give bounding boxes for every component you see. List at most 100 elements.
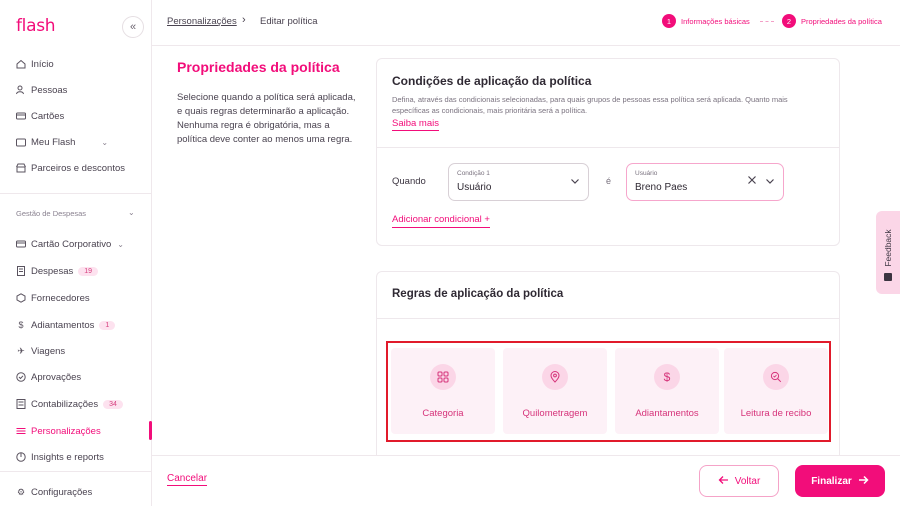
is-label: é	[606, 176, 612, 186]
store-icon	[16, 163, 26, 173]
chart-icon	[16, 452, 26, 462]
wallet-icon	[16, 137, 26, 147]
sidebar-item-cartao-corporativo[interactable]: Cartão Corporativo ⌄	[16, 236, 124, 252]
sidebar-item-viagens[interactable]: ✈ Viagens	[16, 343, 65, 359]
cancel-button[interactable]: Cancelar	[167, 473, 208, 486]
sidebar-item-label: Configurações	[31, 486, 93, 498]
sidebar-item-label: Despesas	[31, 265, 74, 277]
sidebar-item-label: Cartões	[31, 110, 65, 122]
field-value: Usuário	[457, 182, 492, 193]
breadcrumb-current: Editar política	[260, 16, 318, 27]
count-badge: 1	[99, 320, 116, 330]
stepper-step-2: 2 Propriedades da política	[782, 14, 882, 28]
field-label: Usuário	[635, 170, 658, 177]
sidebar-item-label: Adiantamentos	[31, 319, 95, 331]
sidebar-item-label: Personalizações	[31, 425, 101, 437]
section-label: Gestão de Despesas	[16, 209, 87, 218]
chevron-down-icon	[570, 176, 580, 189]
home-icon	[16, 59, 26, 69]
receipt-icon	[16, 266, 26, 276]
conditions-card: Condições de aplicação da política Defin…	[376, 58, 840, 246]
breadcrumb-parent-link[interactable]: Personalizações	[167, 16, 237, 27]
chevron-down-icon	[765, 176, 775, 189]
people-icon	[16, 85, 26, 95]
condition-select[interactable]: Condição 1 Usuário	[448, 163, 589, 201]
feedback-tab[interactable]: Feedback	[876, 211, 900, 294]
sliders-icon	[16, 426, 26, 436]
sidebar-item-aprovacoes[interactable]: Aprovações	[16, 369, 81, 385]
count-badge: 19	[78, 266, 99, 276]
sidebar-item-label: Meu Flash	[31, 136, 76, 148]
rules-highlight-box	[386, 341, 831, 442]
field-value: Breno Paes	[635, 182, 688, 193]
sidebar-item-label: Início	[31, 58, 54, 70]
learn-more-link[interactable]: Saiba mais	[392, 118, 439, 131]
page-title: Propriedades da política	[177, 59, 340, 75]
divider	[377, 147, 839, 148]
rules-title: Regras de aplicação da política	[392, 288, 564, 300]
when-label: Quando	[392, 176, 426, 187]
chevron-down-icon[interactable]: ⌄	[128, 208, 135, 217]
clear-icon[interactable]	[747, 175, 757, 188]
finish-button[interactable]: Finalizar	[795, 465, 885, 497]
field-label: Condição 1	[457, 170, 490, 177]
card-icon	[16, 111, 26, 121]
arrow-left-icon	[718, 475, 729, 488]
sidebar-item-label: Fornecedores	[31, 292, 90, 304]
step-label: Informações básicas	[681, 16, 750, 26]
sidebar-item-personalizacoes[interactable]: Personalizações	[16, 423, 101, 439]
sidebar-item-insights[interactable]: Insights e reports	[16, 449, 104, 465]
back-label: Voltar	[734, 475, 761, 487]
step-connector	[760, 21, 774, 22]
sidebar-item-inicio[interactable]: Início	[16, 56, 54, 72]
sidebar-item-label: Viagens	[31, 345, 66, 357]
step-label: Propriedades da política	[801, 16, 882, 26]
active-indicator	[149, 421, 152, 440]
sidebar-item-label: Pessoas	[31, 84, 68, 96]
check-circle-icon	[16, 372, 26, 382]
divider	[0, 471, 152, 472]
arrow-right-icon	[858, 475, 869, 488]
sidebar-item-label: Cartão Corporativo	[31, 238, 112, 250]
footer-bar: Cancelar Voltar Finalizar	[152, 455, 900, 506]
page-description: Selecione quando a política será aplicad…	[177, 92, 356, 145]
sidebar-item-adiantamentos[interactable]: $ Adiantamentos 1	[16, 317, 116, 333]
sidebar-item-label: Contabilizações	[31, 398, 99, 410]
ledger-icon	[16, 399, 26, 409]
step-number: 2	[782, 14, 796, 28]
chevron-down-icon: ⌄	[117, 239, 124, 249]
plane-icon: ✈	[17, 345, 25, 356]
count-badge: 34	[103, 399, 123, 409]
gear-icon: ⚙	[16, 486, 26, 497]
divider	[377, 318, 839, 319]
step-number: 1	[662, 14, 676, 28]
sidebar: flash « Início Pessoas Cartões Meu Flash	[0, 0, 152, 506]
user-select[interactable]: Usuário Breno Paes	[626, 163, 784, 201]
collapse-sidebar-button[interactable]: «	[122, 16, 144, 38]
sidebar-item-label: Aprovações	[31, 371, 82, 383]
app: flash « Início Pessoas Cartões Meu Flash	[0, 0, 900, 506]
back-button[interactable]: Voltar	[699, 465, 779, 497]
add-condition-button[interactable]: Adicionar condicional +	[392, 214, 490, 228]
feedback-icon	[884, 273, 892, 281]
sidebar-item-configuracoes[interactable]: ⚙ Configurações	[16, 484, 92, 500]
sidebar-item-parceiros[interactable]: Parceiros e descontos	[16, 160, 125, 176]
card-icon	[16, 239, 26, 249]
sidebar-item-contabilizacoes[interactable]: Contabilizações 34	[16, 396, 123, 412]
sidebar-item-despesas[interactable]: Despesas 19	[16, 263, 99, 279]
sidebar-item-label: Insights e reports	[31, 451, 104, 463]
dollar-icon: $	[18, 320, 24, 330]
divider	[0, 193, 152, 194]
chevron-down-icon: ⌄	[101, 137, 109, 147]
conditions-title: Condições de aplicação da política	[392, 74, 592, 88]
sidebar-item-cartoes[interactable]: Cartões	[16, 108, 64, 124]
sidebar-item-meu-flash[interactable]: Meu Flash ⌄	[16, 134, 108, 150]
finish-label: Finalizar	[811, 475, 852, 487]
box-icon	[16, 293, 26, 303]
chevron-right-icon: ›	[242, 14, 246, 26]
stepper-step-1: 1 Informações básicas	[662, 14, 750, 28]
flash-logo[interactable]: flash	[16, 16, 56, 36]
conditions-description: Defina, através das condicionais selecio…	[392, 95, 788, 115]
sidebar-item-fornecedores[interactable]: Fornecedores	[16, 290, 90, 306]
sidebar-item-pessoas[interactable]: Pessoas	[16, 82, 67, 98]
